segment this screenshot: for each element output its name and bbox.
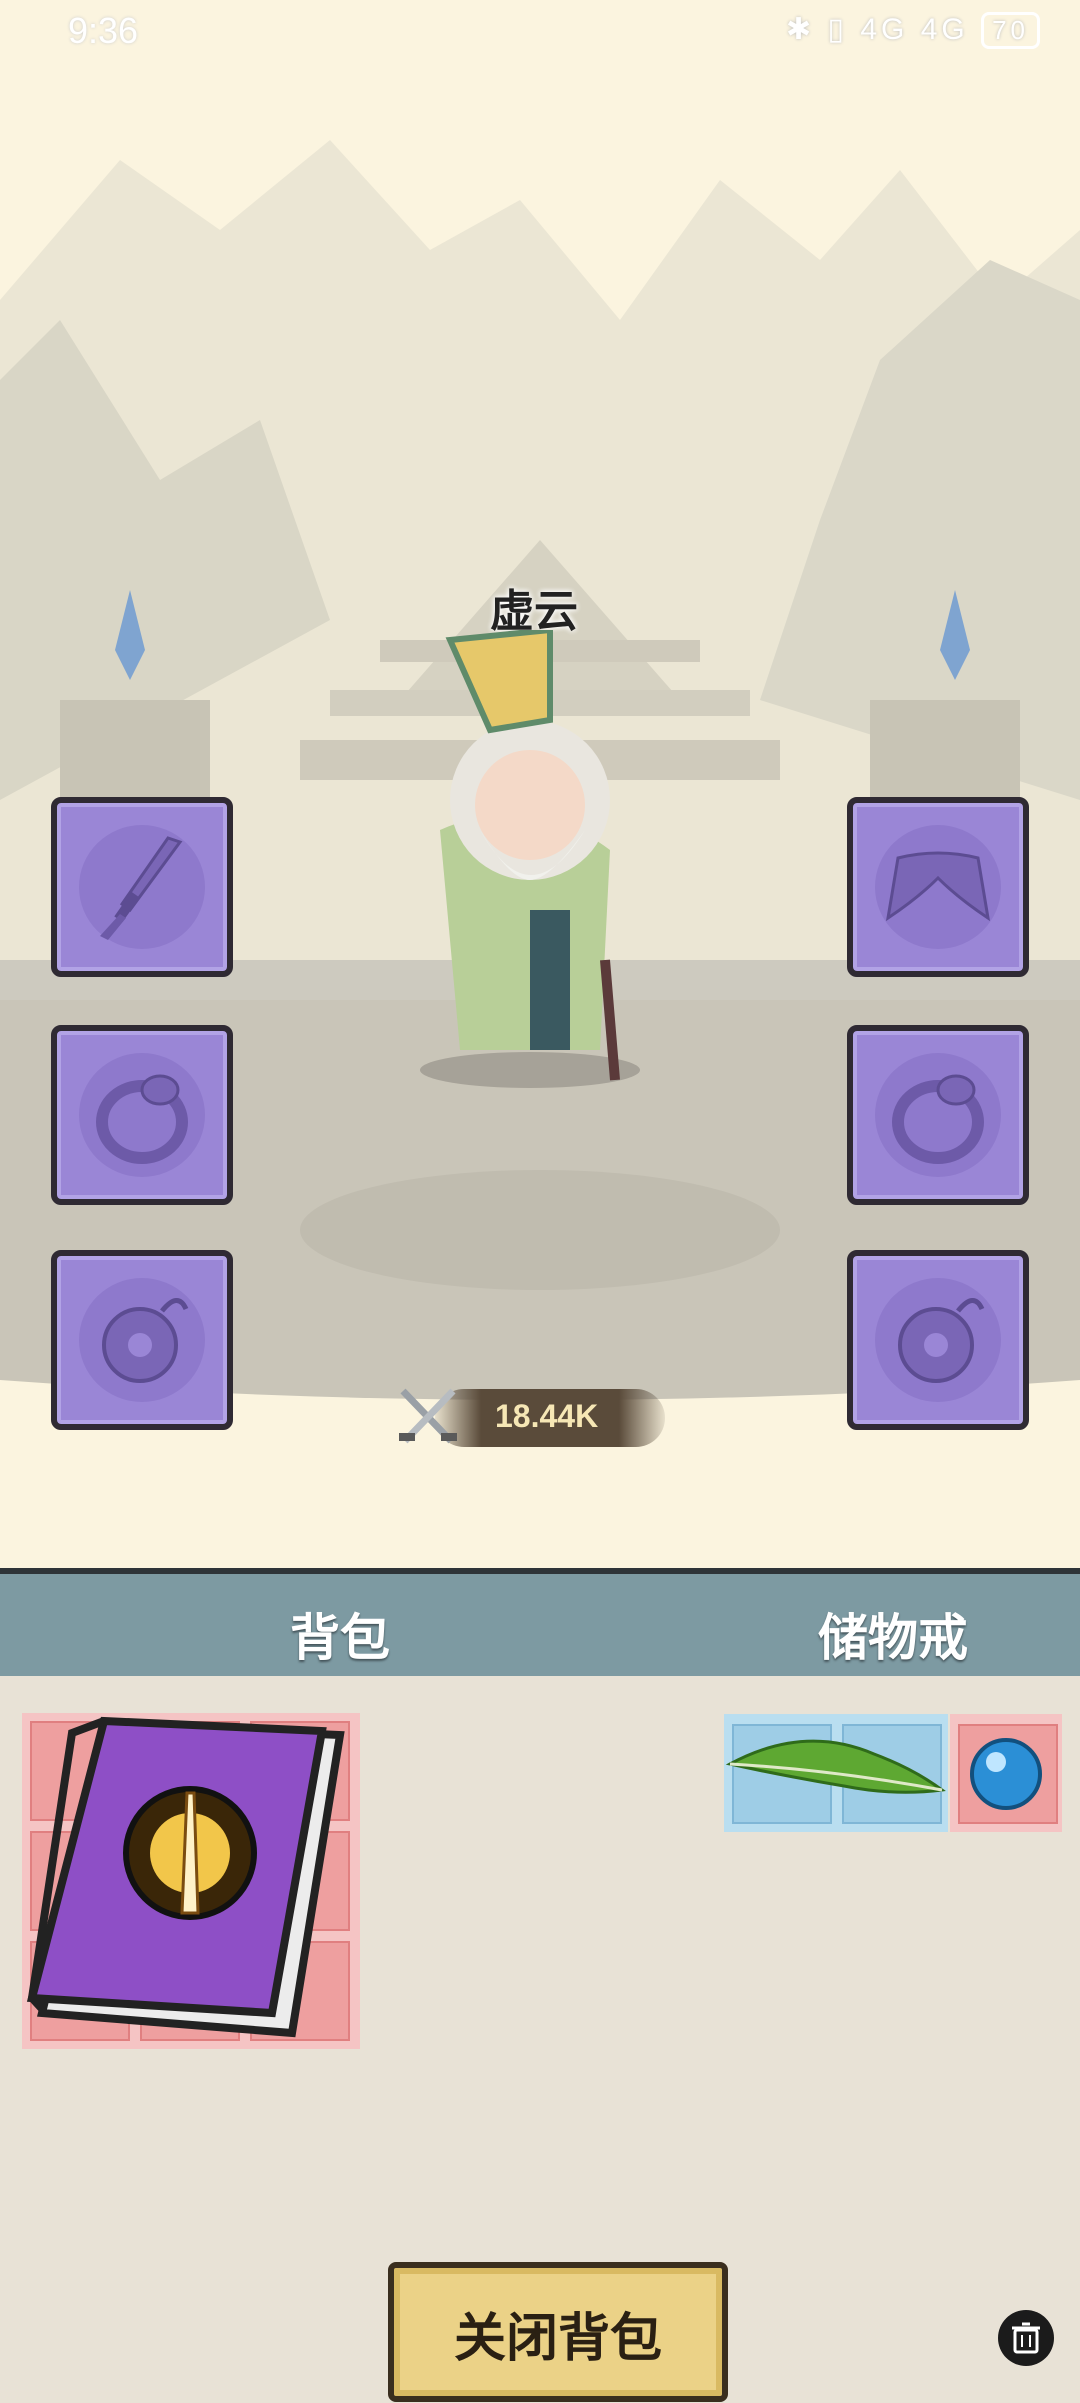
- pendant-icon: [898, 1298, 985, 1383]
- combat-power: 18.44K: [395, 1383, 670, 1453]
- equip-slot-weapon[interactable]: [51, 797, 233, 977]
- sword-icon: [100, 836, 183, 940]
- ring-icon: [96, 1074, 188, 1164]
- combat-power-value: 18.44K: [495, 1398, 599, 1434]
- tab-storage-ring[interactable]: 储物戒: [818, 1598, 968, 1670]
- trash-button[interactable]: [998, 2310, 1054, 2366]
- ring-icon: [892, 1074, 984, 1164]
- close-backpack-button[interactable]: 关闭背包: [388, 2262, 728, 2402]
- backpack-grid: [22, 1713, 360, 2049]
- close-backpack-label: 关闭背包: [453, 2308, 662, 2369]
- equip-slot-wings[interactable]: [847, 797, 1029, 977]
- character-avatar[interactable]: [400, 630, 640, 1090]
- storage-ring-grid: [724, 1714, 1062, 1832]
- status-time: 9:36: [68, 10, 139, 51]
- wings-icon: [885, 851, 991, 922]
- blue-orb-icon[interactable]: [950, 1714, 1062, 1832]
- equip-slot-ring-right[interactable]: [847, 1025, 1029, 1205]
- battery-icon: 70: [981, 12, 1040, 49]
- game-scene: 9:36 ✱ ▯ 4G 4G 70 虚云 18.44K: [0, 0, 1080, 1568]
- pendant-icon: [102, 1298, 189, 1383]
- inventory-tab-bar: 背包 储物戒: [0, 1568, 1080, 1682]
- equip-slot-pendant-left[interactable]: [51, 1250, 233, 1430]
- trash-icon: [1012, 2322, 1040, 2354]
- equip-slot-ring-left[interactable]: [51, 1025, 233, 1205]
- tab-backpack[interactable]: 背包: [290, 1598, 390, 1670]
- feather-icon[interactable]: [724, 1714, 948, 1832]
- status-bar: 9:36 ✱ ▯ 4G 4G 70: [0, 0, 1080, 62]
- crossed-swords-icon: [399, 1388, 457, 1444]
- status-indicators: ✱ ▯ 4G 4G 70: [786, 12, 1040, 49]
- equip-slot-pendant-right[interactable]: [847, 1250, 1029, 1430]
- skill-book-icon[interactable]: [22, 1713, 360, 2049]
- signal-indicators: ✱ ▯ 4G 4G: [786, 13, 969, 46]
